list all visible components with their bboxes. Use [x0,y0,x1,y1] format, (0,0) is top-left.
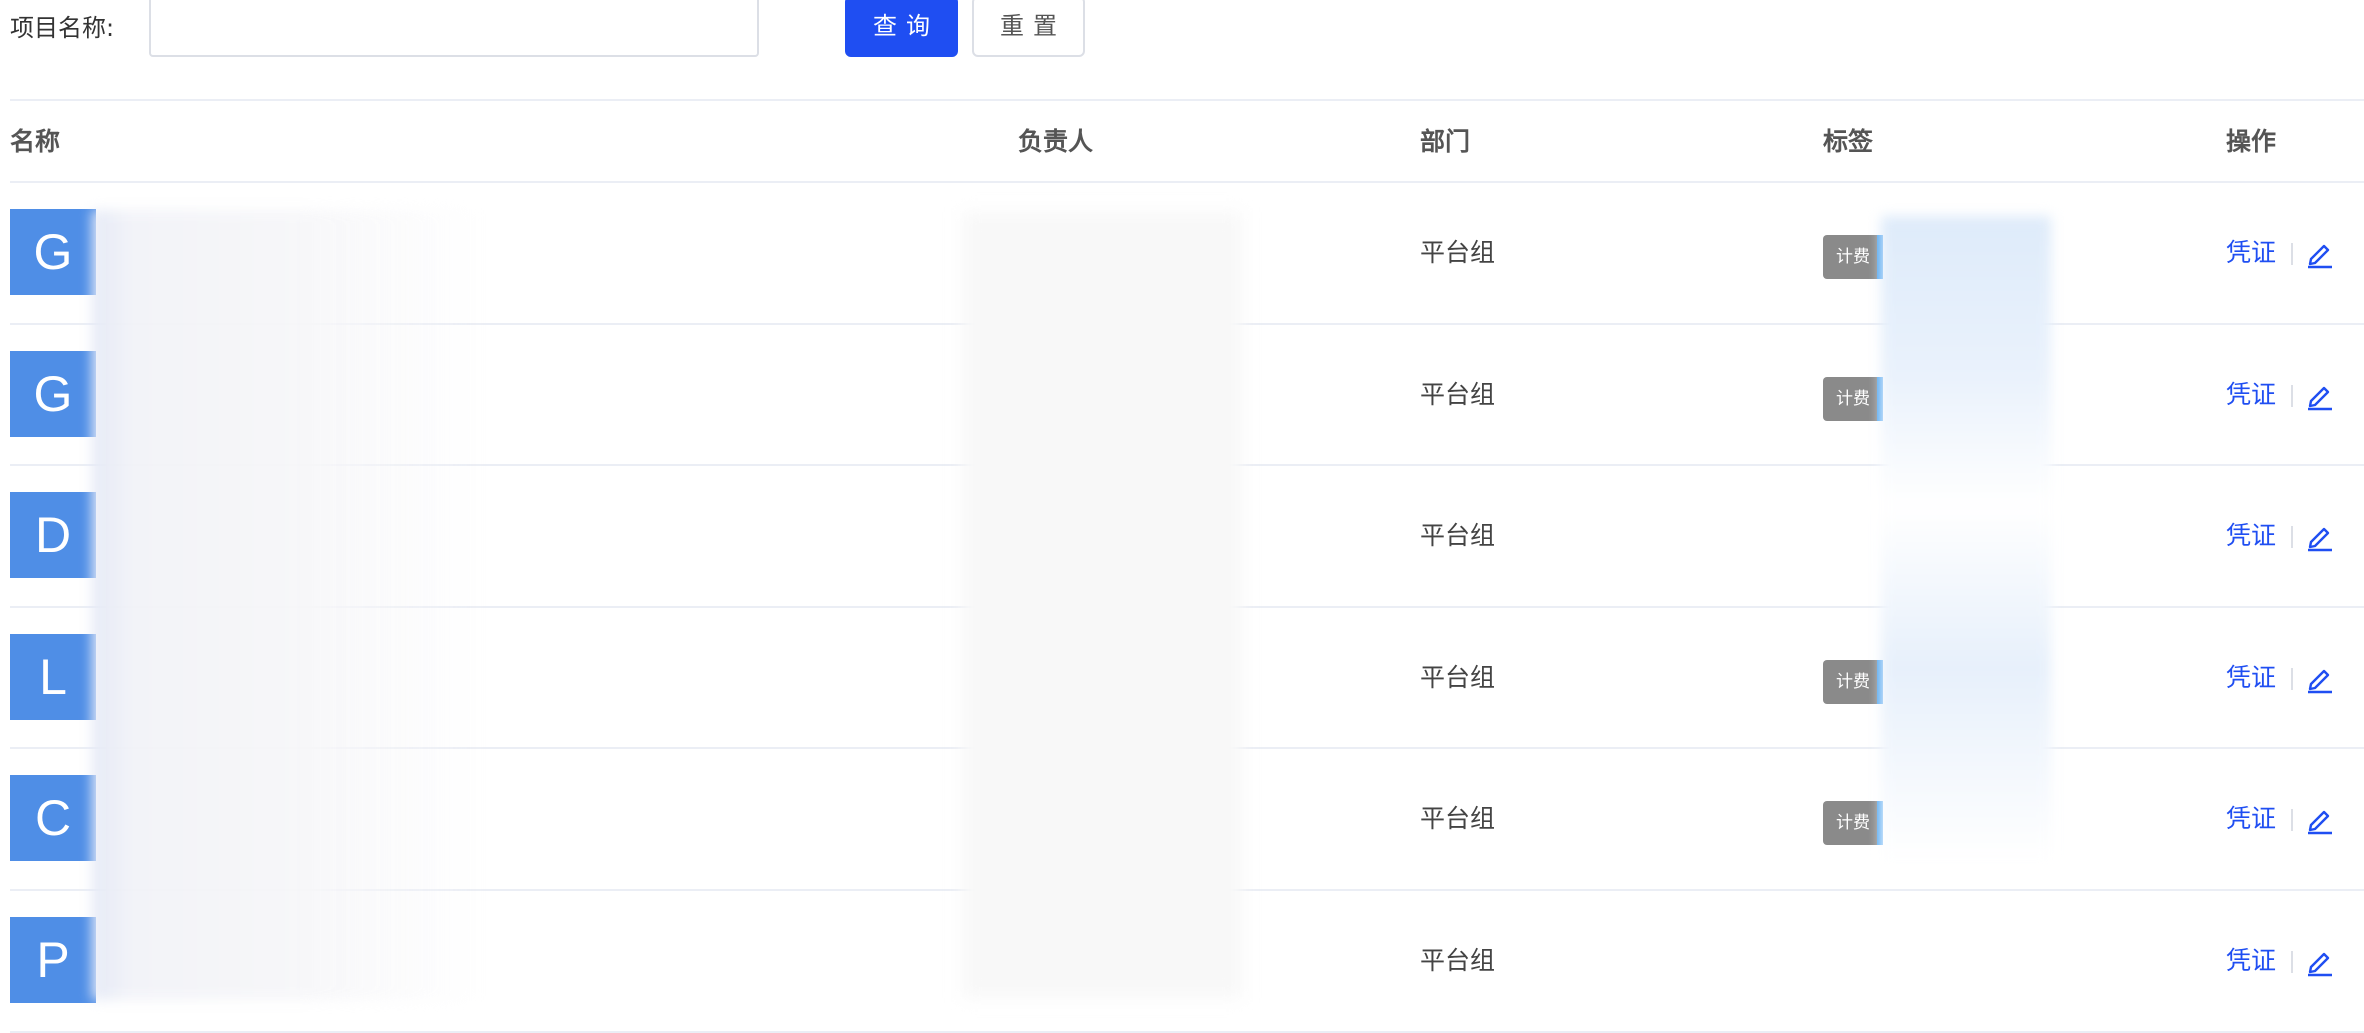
column-header-owner: 负责人 [1018,127,1094,156]
redacted-name-area [92,210,482,1000]
redacted-owner-area [962,212,1242,998]
column-header-tags: 标签 [1823,127,1874,156]
billing-tag: 计费 [1823,801,1883,846]
dept-cell: 平台组 [1420,521,1496,551]
edit-icon[interactable] [2305,662,2335,694]
credential-link[interactable]: 凭证 [2226,749,2276,889]
op-divider [2291,667,2293,690]
edit-icon[interactable] [2305,520,2335,552]
column-header-name: 名称 [10,127,61,156]
project-avatar: C [10,775,96,862]
project-avatar: G [10,350,96,437]
edit-icon[interactable] [2305,379,2335,411]
column-header-dept: 部门 [1420,127,1471,156]
dept-cell: 平台组 [1420,804,1496,834]
edit-icon[interactable] [2305,803,2335,835]
project-name-label: 项目名称: [10,14,115,42]
search-bar: 项目名称: 查询 重置 [0,0,2364,60]
redacted-tags-area [1881,216,2051,861]
op-divider [2291,384,2293,407]
project-name-input[interactable] [149,0,759,57]
dept-cell: 平台组 [1420,662,1496,692]
billing-tag: 计费 [1823,376,1883,421]
edit-icon[interactable] [2305,945,2335,977]
credential-link[interactable]: 凭证 [2226,325,2276,465]
op-divider [2291,950,2293,973]
dept-cell: 平台组 [1420,379,1496,409]
billing-tag: 计费 [1823,659,1883,704]
project-avatar: P [10,916,96,1003]
credential-link[interactable]: 凭证 [2226,183,2276,323]
dept-cell: 平台组 [1420,238,1496,267]
project-avatar: D [10,492,96,579]
column-header-ops: 操作 [2226,127,2277,156]
op-divider [2291,809,2293,832]
project-avatar: L [10,633,96,720]
project-avatar: G [10,209,96,295]
edit-icon[interactable] [2305,237,2335,269]
billing-tag: 计费 [1823,235,1883,279]
query-button[interactable]: 查询 [845,0,958,57]
credential-link[interactable]: 凭证 [2226,466,2276,606]
credential-link[interactable]: 凭证 [2226,608,2276,748]
op-divider [2291,526,2293,549]
table-header: 名称 负责人 部门 标签 操作 [10,99,2364,183]
op-divider [2291,243,2293,265]
reset-button[interactable]: 重置 [972,0,1085,57]
